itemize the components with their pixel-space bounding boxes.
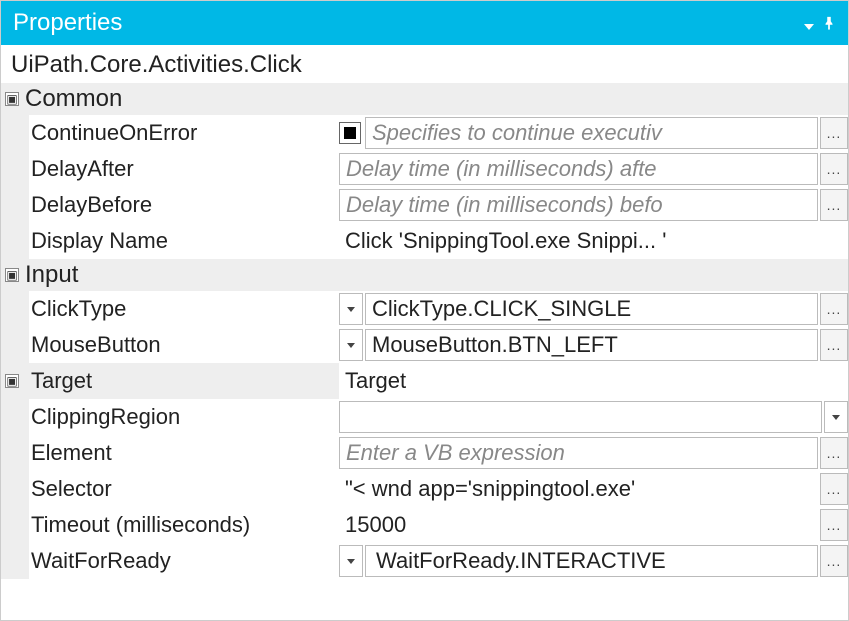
label-delay-before: DelayBefore <box>29 187 339 223</box>
row-display-name: Display Name Click 'SnippingTool.exe Sni… <box>1 223 848 259</box>
ellipsis-button[interactable]: ... <box>820 153 848 185</box>
ellipsis-button[interactable]: ... <box>820 437 848 469</box>
row-delay-after: DelayAfter Delay time (in milliseconds) … <box>1 151 848 187</box>
category-label: Common <box>25 85 122 113</box>
row-timeout: Timeout (milliseconds) 15000 ... <box>1 507 848 543</box>
row-clipping-region: ClippingRegion <box>1 399 848 435</box>
ellipsis-button[interactable]: ... <box>820 117 848 149</box>
dropdown-button[interactable] <box>339 329 363 361</box>
row-wait-for-ready: WaitForReady WaitForReady.INTERACTIVE ..… <box>1 543 848 579</box>
label-clipping-region: ClippingRegion <box>29 399 339 435</box>
label-selector: Selector <box>29 471 339 507</box>
continue-on-error-input[interactable]: Specifies to continue executiv <box>365 117 818 149</box>
properties-titlebar: Properties <box>1 1 848 45</box>
category-label: Input <box>25 261 78 289</box>
row-selector: Selector "< wnd app='snippingtool.exe' .… <box>1 471 848 507</box>
row-mouse-button: MouseButton MouseButton.BTN_LEFT ... <box>1 327 848 363</box>
label-continue-on-error: ContinueOnError <box>29 115 339 151</box>
row-target: ▣ Target Target <box>1 363 848 399</box>
target-value[interactable]: Target <box>339 366 848 396</box>
dropdown-button[interactable] <box>339 293 363 325</box>
ellipsis-button[interactable]: ... <box>820 545 848 577</box>
row-continue-on-error: ContinueOnError Specifies to continue ex… <box>1 115 848 151</box>
collapse-icon[interactable]: ▣ <box>5 268 19 282</box>
selector-value[interactable]: "< wnd app='snippingtool.exe' <box>339 474 818 504</box>
ellipsis-button[interactable]: ... <box>820 473 848 505</box>
delay-before-input[interactable]: Delay time (in milliseconds) befo <box>339 189 818 221</box>
mouse-button-value[interactable]: MouseButton.BTN_LEFT <box>365 329 818 361</box>
label-timeout: Timeout (milliseconds) <box>29 507 339 543</box>
wait-for-ready-value[interactable]: WaitForReady.INTERACTIVE <box>365 545 818 577</box>
delay-after-input[interactable]: Delay time (in milliseconds) afte <box>339 153 818 185</box>
panel-title: Properties <box>13 9 804 37</box>
collapse-icon[interactable]: ▣ <box>5 92 19 106</box>
clipping-region-input[interactable] <box>339 401 822 433</box>
row-element: Element Enter a VB expression ... <box>1 435 848 471</box>
category-common[interactable]: ▣ Common <box>1 83 848 115</box>
ellipsis-button[interactable]: ... <box>820 329 848 361</box>
row-delay-before: DelayBefore Delay time (in milliseconds)… <box>1 187 848 223</box>
label-target: Target <box>29 363 339 399</box>
label-mouse-button: MouseButton <box>29 327 339 363</box>
dropdown-button[interactable] <box>339 545 363 577</box>
collapse-icon[interactable]: ▣ <box>5 374 19 388</box>
pin-icon[interactable] <box>822 9 836 37</box>
label-delay-after: DelayAfter <box>29 151 339 187</box>
ellipsis-button[interactable]: ... <box>820 509 848 541</box>
element-input[interactable]: Enter a VB expression <box>339 437 818 469</box>
continue-on-error-checkbox[interactable] <box>339 122 361 144</box>
label-display-name: Display Name <box>29 223 339 259</box>
ellipsis-button[interactable]: ... <box>820 293 848 325</box>
dropdown-button[interactable] <box>824 401 848 433</box>
click-type-value[interactable]: ClickType.CLICK_SINGLE <box>365 293 818 325</box>
activity-type-name: UiPath.Core.Activities.Click <box>1 45 848 83</box>
label-element: Element <box>29 435 339 471</box>
panel-dropdown-icon[interactable] <box>804 9 814 37</box>
row-click-type: ClickType ClickType.CLICK_SINGLE ... <box>1 291 848 327</box>
label-click-type: ClickType <box>29 291 339 327</box>
label-wait-for-ready: WaitForReady <box>29 543 339 579</box>
display-name-value[interactable]: Click 'SnippingTool.exe Snippi... ' <box>339 226 848 256</box>
category-input[interactable]: ▣ Input <box>1 259 848 291</box>
timeout-value[interactable]: 15000 <box>339 510 818 540</box>
ellipsis-button[interactable]: ... <box>820 189 848 221</box>
